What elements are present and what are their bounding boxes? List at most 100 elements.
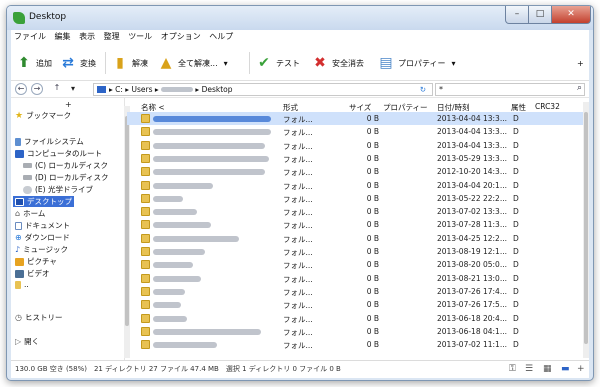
- menu-tools[interactable]: ツール: [125, 30, 155, 43]
- file-list-scrollbar-thumb[interactable]: [584, 112, 588, 344]
- file-date: 2013-05-22 22:2...: [437, 193, 507, 203]
- sidebar-item-parent[interactable]: ..: [15, 280, 29, 289]
- thumbnail-view-icon[interactable]: ▦: [543, 365, 553, 374]
- sidebar-item-label: デスクトップ: [27, 197, 72, 206]
- folder-icon: [141, 247, 150, 256]
- test-button[interactable]: ✔ テスト: [255, 54, 300, 72]
- sidebar-item-history[interactable]: ◷ ヒストリー: [15, 312, 62, 323]
- menu-file[interactable]: ファイル: [11, 30, 49, 43]
- extract-button[interactable]: ▮ 解凍: [111, 54, 148, 72]
- menu-help[interactable]: ヘルプ: [206, 30, 236, 43]
- up-button[interactable]: ↑: [51, 83, 63, 95]
- sidebar-collapse-button[interactable]: +: [65, 100, 72, 109]
- convert-button[interactable]: ⇄ 変換: [59, 54, 96, 72]
- sidebar-item-videos[interactable]: ビデオ: [15, 268, 50, 279]
- minimize-button[interactable]: –: [505, 6, 529, 24]
- history-dropdown-icon[interactable]: ▾: [71, 84, 75, 93]
- sidebar-item-label: ブックマーク: [26, 111, 72, 120]
- column-header-crc[interactable]: CRC32: [535, 102, 560, 111]
- add-pane-icon[interactable]: +: [577, 365, 587, 374]
- table-row[interactable]: フォル... 0 B 2013-06-18 04:1... D: [127, 325, 583, 338]
- list-view-icon[interactable]: ☰: [525, 365, 535, 374]
- table-row[interactable]: フォル... 0 B 2013-04-04 13:3... D: [127, 112, 583, 125]
- table-row[interactable]: フォル... 0 B 2013-07-26 17:5... D: [127, 298, 583, 311]
- more-tools-button[interactable]: +: [577, 54, 584, 72]
- secure-delete-button[interactable]: ✖ 安全消去: [311, 54, 364, 72]
- table-row[interactable]: フォル... 0 B 2013-07-28 11:3... D: [127, 218, 583, 231]
- breadcrumb-desktop[interactable]: Desktop: [202, 85, 233, 94]
- sidebar-item-music[interactable]: ♪ ミュージック: [15, 244, 68, 255]
- chevron-down-icon[interactable]: ▾: [452, 59, 456, 68]
- sidebar-item-open[interactable]: ▷ 開く: [15, 336, 39, 347]
- table-row[interactable]: フォル... 0 B 2013-06-18 20:4... D: [127, 312, 583, 325]
- refresh-icon[interactable]: ↻: [420, 85, 426, 94]
- extract-all-icon: ▲: [160, 55, 172, 71]
- table-row[interactable]: フォル... 0 B 2013-04-04 13:3... D: [127, 125, 583, 138]
- breadcrumb-drive[interactable]: C:: [115, 85, 123, 94]
- file-type: フォル...: [283, 327, 313, 337]
- sidebar-item-filesystem[interactable]: ファイルシステム: [15, 136, 84, 147]
- file-date: 2013-07-28 11:3...: [437, 220, 507, 230]
- table-row[interactable]: フォル... 0 B 2013-08-21 13:0... D: [127, 272, 583, 285]
- menu-organize[interactable]: 整理: [101, 30, 123, 43]
- extract-all-button[interactable]: ▲ 全て解凍... ▾: [157, 54, 228, 72]
- breadcrumb-user-blurred[interactable]: [161, 87, 194, 92]
- table-row[interactable]: フォル... 0 B 2013-04-25 12:2... D: [127, 232, 583, 245]
- lock-icon[interactable]: ⚿: [509, 365, 519, 374]
- sidebar-item-desktop[interactable]: デスクトップ: [13, 196, 74, 207]
- file-name-blurred: [153, 142, 265, 149]
- table-row[interactable]: フォル... 0 B 2012-10-20 14:3... D: [127, 165, 583, 178]
- table-row[interactable]: フォル... 0 B 2013-07-26 17:4... D: [127, 285, 583, 298]
- file-attr: D: [513, 153, 519, 163]
- file-attr: D: [513, 326, 519, 336]
- file-date: 2013-04-04 13:3...: [437, 127, 507, 137]
- table-row[interactable]: フォル... 0 B 2013-07-02 11:1... D: [127, 338, 583, 351]
- menu-options[interactable]: オプション: [158, 30, 204, 43]
- menu-view[interactable]: 表示: [76, 30, 98, 43]
- clock-icon: ◷: [15, 313, 22, 322]
- filter-input[interactable]: *: [435, 83, 585, 96]
- sidebar-item-documents[interactable]: ドキュメント: [15, 220, 70, 231]
- close-button[interactable]: ✕: [551, 6, 591, 24]
- sidebar-item-computer-root[interactable]: コンピュータのルート: [15, 148, 102, 159]
- address-row: ← → ↑ ▾ ▸ C: ▸ Users ▸ ▸ Desktop ↻ * ⌕: [11, 81, 589, 98]
- breadcrumb-users[interactable]: Users: [131, 85, 152, 94]
- folder-icon: [141, 167, 150, 177]
- add-button[interactable]: ⬆ 追加: [15, 54, 52, 72]
- table-row[interactable]: フォル... 0 B 2013-05-22 22:2... D: [127, 192, 583, 205]
- extract-all-label: 全て解凍...: [178, 58, 218, 68]
- table-row[interactable]: フォル... 0 B 2013-08-20 05:0... D: [127, 258, 583, 271]
- computer-icon: [15, 149, 24, 158]
- maximize-button[interactable]: □: [528, 6, 552, 24]
- detail-view-icon[interactable]: ▬: [561, 365, 571, 374]
- properties-button[interactable]: ▤ プロパティー ▾: [377, 54, 456, 72]
- table-row[interactable]: フォル... 0 B 2013-05-29 13:3... D: [127, 152, 583, 165]
- sidebar-item-bookmarks[interactable]: ★ ブックマーク: [15, 110, 71, 121]
- sidebar-item-home[interactable]: ⌂ ホーム: [15, 208, 45, 219]
- search-icon[interactable]: ⌕: [577, 83, 582, 93]
- sidebar-item-pictures[interactable]: ピクチャ: [15, 256, 57, 267]
- sidebar-item-drive-d[interactable]: (D) ローカルディスク: [23, 172, 109, 183]
- folder-icon: [141, 326, 150, 336]
- chevron-down-icon[interactable]: ▾: [224, 59, 228, 68]
- sidebar-item-downloads[interactable]: ⊕ ダウンロード: [15, 232, 70, 243]
- sidebar-item-drive-c[interactable]: (C) ローカルディスク: [23, 160, 108, 171]
- folder-icon: [141, 300, 150, 310]
- table-row[interactable]: フォル... 0 B 2013-08-19 12:1... D: [127, 245, 583, 258]
- folder-icon: [141, 207, 150, 217]
- sidebar-item-drive-e[interactable]: (E) 光学ドライブ: [23, 184, 93, 195]
- forward-button[interactable]: →: [31, 83, 43, 95]
- file-attr: D: [513, 167, 519, 177]
- table-row[interactable]: フォル... 0 B 2013-04-04 13:3... D: [127, 139, 583, 152]
- table-row[interactable]: フォル... 0 B 2013-04-04 20:1... D: [127, 179, 583, 192]
- video-icon: [15, 269, 24, 278]
- table-row[interactable]: フォル... 0 B 2013-07-02 13:3... D: [127, 205, 583, 218]
- back-button[interactable]: ←: [15, 83, 27, 95]
- file-date: 2013-06-18 04:1...: [437, 326, 507, 336]
- breadcrumb[interactable]: ▸ C: ▸ Users ▸ ▸ Desktop ↻: [93, 83, 433, 96]
- file-type: フォル...: [283, 141, 313, 151]
- title-bar[interactable]: Desktop – □ ✕: [7, 6, 593, 30]
- menu-edit[interactable]: 編集: [52, 30, 74, 43]
- delete-x-icon: ✖: [314, 55, 326, 71]
- file-list-scrollbar[interactable]: [583, 102, 589, 358]
